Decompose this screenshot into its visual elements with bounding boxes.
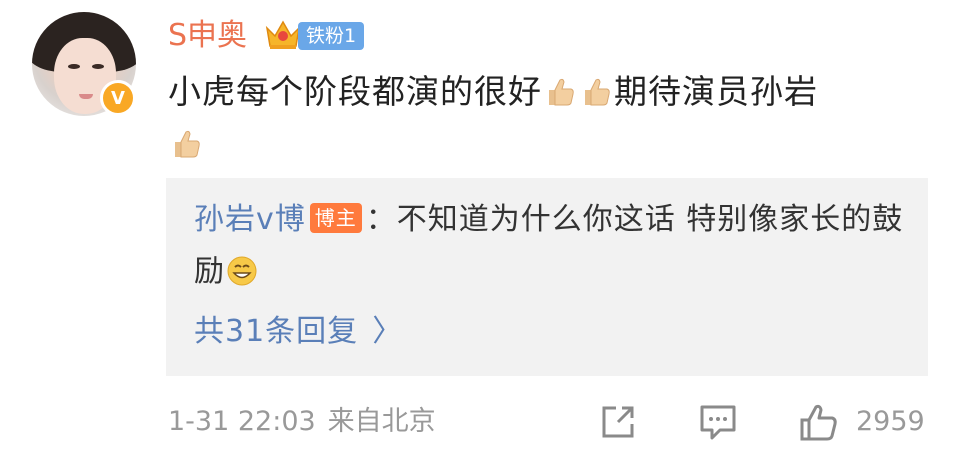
username[interactable]: S申奥 [168, 14, 247, 58]
view-replies-link[interactable]: 共31条回复〉 [194, 308, 403, 356]
timestamp: 1-31 22:03 [168, 406, 316, 437]
verified-badge: V [100, 80, 136, 116]
host-badge: 博主 [309, 203, 362, 233]
avatar-eye [92, 64, 104, 69]
thumbs-up-emoji-icon [585, 78, 610, 106]
comment-text: 小虎每个阶段都演的很好 期待演员孙岩 [168, 66, 938, 170]
comment-text-part1: 小虎每个阶段都演的很好 [168, 72, 542, 111]
thumbs-up-emoji-icon [175, 130, 200, 158]
reply-count-label: 共31条回复 [194, 314, 359, 349]
reply-text: 孙岩v博 博主 ：不知道为什么你这话 特别像家长的鼓励 [194, 194, 914, 298]
location-source: 来自北京 [327, 406, 436, 437]
comment-meta: 1-31 22:03 来自北京 [168, 400, 436, 444]
comment-text-part2: 期待演员孙岩 [614, 72, 818, 111]
reply-separator: ： [365, 202, 397, 237]
grin-emoji-icon [227, 256, 257, 286]
thumbs-up-emoji-icon [549, 78, 574, 106]
like-count: 2959 [856, 406, 925, 437]
like-icon[interactable] [798, 402, 840, 444]
reply-author[interactable]: 孙岩v博 [194, 202, 306, 237]
share-icon[interactable] [598, 402, 638, 442]
fan-badge: 铁粉1 [298, 22, 365, 50]
comment-icon[interactable] [698, 402, 738, 442]
reply-box[interactable]: 孙岩v博 博主 ：不知道为什么你这话 特别像家长的鼓励 共31条回复〉 [166, 178, 928, 376]
avatar-eye [68, 64, 80, 69]
crown-icon [265, 20, 301, 49]
chevron-right-icon: 〉 [372, 314, 404, 349]
